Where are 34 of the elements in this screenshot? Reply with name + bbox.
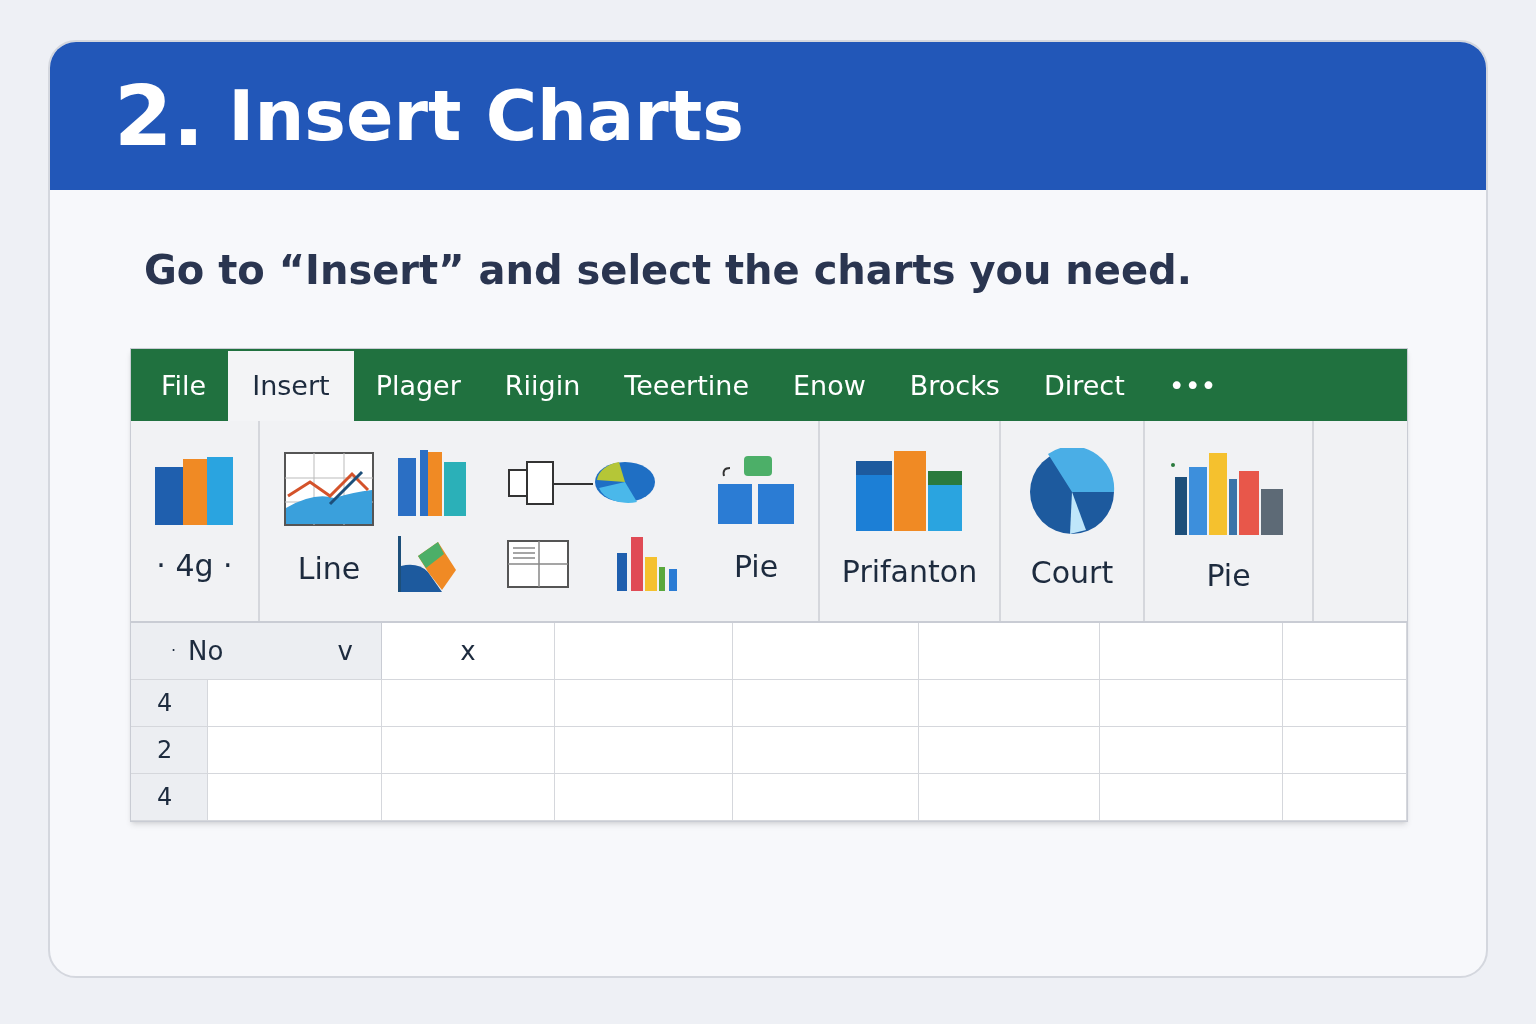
chart-button[interactable]: Pie xyxy=(1168,444,1289,598)
instruction-text: Go to “Insert” and select the charts you need. xyxy=(144,246,1193,295)
chart-button[interactable]: Court xyxy=(1026,447,1118,595)
pie-chart-button[interactable]: Pie xyxy=(718,453,794,589)
line-chart-icon xyxy=(284,451,374,526)
bar-chart-icon xyxy=(154,454,235,527)
chart-button[interactable]: Prifanton xyxy=(841,448,978,594)
dropdown-caret[interactable]: v xyxy=(337,631,353,671)
ribbon-tab[interactable]: Direct xyxy=(1021,351,1147,421)
row-header: 2 xyxy=(131,727,207,773)
ribbon-tab[interactable]: Teeertine xyxy=(602,351,771,421)
blocks-icon xyxy=(718,453,794,524)
connector-pie-icon[interactable] xyxy=(507,458,658,508)
ribbon-tab[interactable]: ••• xyxy=(1146,351,1239,421)
row-header: 4 xyxy=(131,680,207,726)
ribbon-tab[interactable]: Riigin xyxy=(482,351,603,421)
ribbon-tab[interactable]: Insert xyxy=(228,351,354,421)
ribbon-tab[interactable]: File xyxy=(139,351,229,421)
column-chart-icon xyxy=(854,448,965,533)
row-header: 4 xyxy=(131,774,207,820)
ribbon-tab[interactable]: Enow xyxy=(771,351,888,421)
area-chart-icon[interactable] xyxy=(398,536,458,592)
ribbon-tab[interactable]: Brocks xyxy=(887,351,1022,421)
cancel-button[interactable]: x xyxy=(460,631,476,671)
table-icon[interactable] xyxy=(507,540,570,588)
chart-button[interactable]: · 4g · xyxy=(154,454,235,588)
step-number: 2. xyxy=(114,66,205,167)
name-box-dot: · xyxy=(171,640,177,662)
column-chart-icon[interactable] xyxy=(398,450,468,516)
line-chart-button[interactable]: Line xyxy=(284,451,374,591)
name-box[interactable]: · No v xyxy=(131,623,382,679)
name-box-value: No xyxy=(188,634,225,668)
title: Insert Charts xyxy=(228,73,744,159)
ribbon-tab[interactable]: Plager xyxy=(353,351,483,421)
